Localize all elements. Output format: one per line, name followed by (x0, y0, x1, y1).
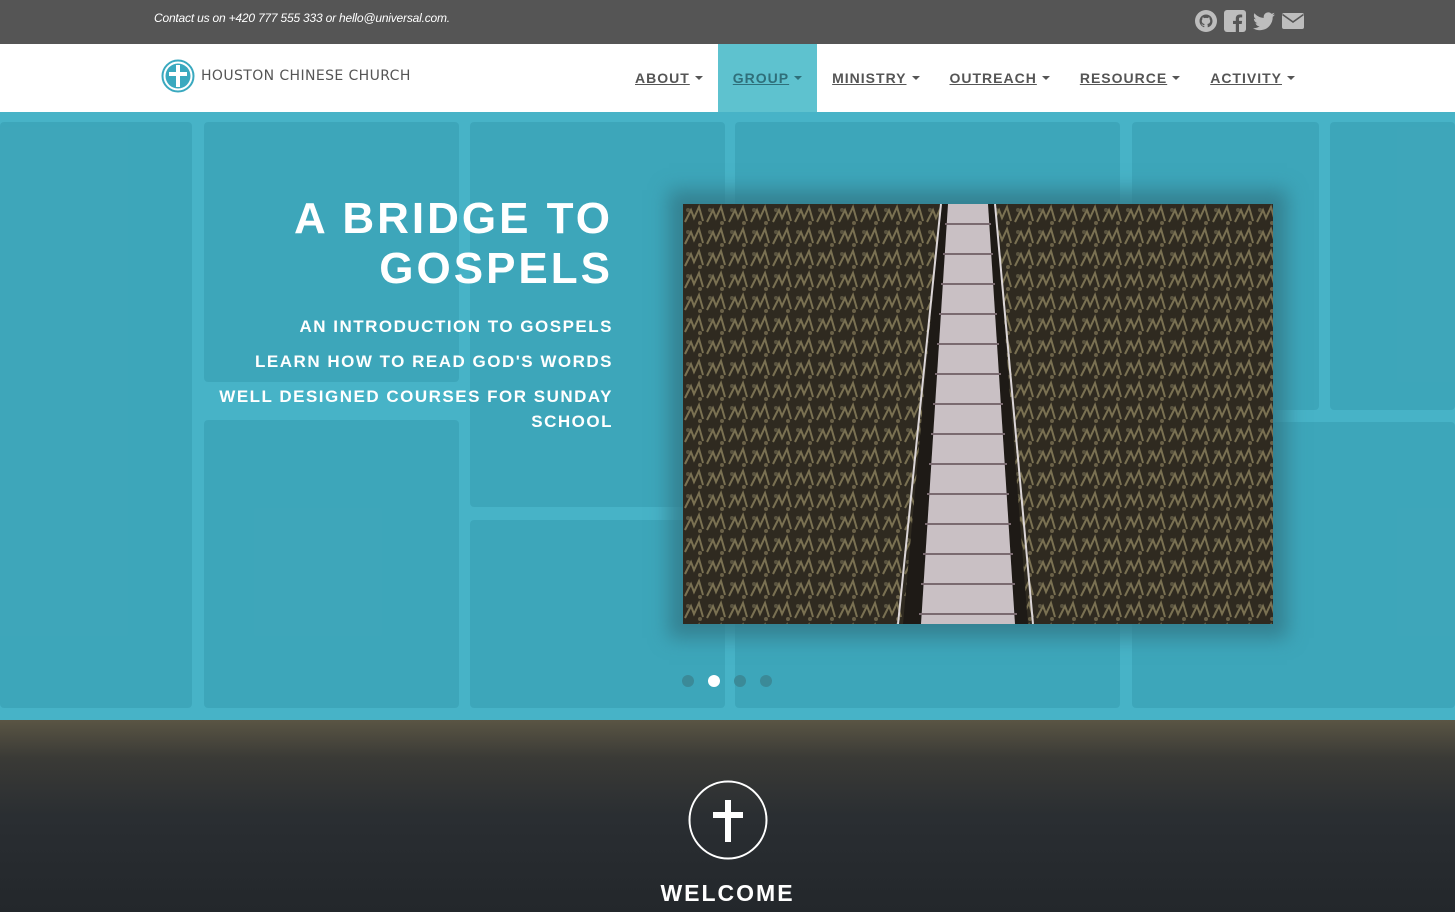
nav-item-resource[interactable]: RESOURCE (1065, 44, 1195, 112)
nav-label: MINISTRY (832, 70, 907, 86)
nav-item-group[interactable]: GROUP (717, 44, 818, 112)
carousel-indicators (682, 675, 772, 687)
bridge-photo (683, 204, 1273, 624)
hero-title-line: GOSPELS (379, 244, 613, 293)
hero-title: A BRIDGE TO GOSPELS (193, 194, 613, 294)
caret-down-icon (1286, 76, 1295, 80)
nav-label: OUTREACH (949, 70, 1037, 86)
nav-label: GROUP (732, 70, 790, 86)
carousel-dot[interactable] (734, 675, 746, 687)
hero-feature-item: AN INTRODUCTION TO GOSPELS (299, 317, 613, 336)
social-links (1194, 9, 1305, 33)
nav-label: ABOUT (635, 70, 690, 86)
twitter-icon[interactable] (1252, 9, 1276, 33)
github-icon[interactable] (1194, 9, 1218, 33)
top-contact-bar: Contact us on +420 777 555 333 or hello@… (0, 0, 1455, 44)
main-navbar: HOUSTON CHINESE CHURCH ABOUT GROUP MINIS… (0, 44, 1455, 112)
caret-down-icon (911, 76, 920, 80)
welcome-section: WELCOME (0, 720, 1455, 912)
contact-info: Contact us on +420 777 555 333 or hello@… (154, 11, 450, 25)
envelope-icon[interactable] (1281, 9, 1305, 33)
nav-label: ACTIVITY (1210, 70, 1282, 86)
hero-title-line: A BRIDGE TO (293, 194, 613, 243)
nav-item-outreach[interactable]: OUTREACH (935, 44, 1065, 112)
main-nav: ABOUT GROUP MINISTRY OUTREACH RESOURCE A… (620, 44, 1310, 112)
hero-feature-item: LEARN HOW TO READ GOD'S WORDS (255, 352, 613, 371)
nav-item-activity[interactable]: ACTIVITY (1195, 44, 1310, 112)
caret-down-icon (794, 76, 803, 80)
nav-label: RESOURCE (1079, 70, 1168, 86)
nav-item-about[interactable]: ABOUT (620, 44, 718, 112)
cross-circle-icon (688, 780, 768, 860)
hero-feature-list: AN INTRODUCTION TO GOSPELS LEARN HOW TO … (193, 314, 613, 444)
church-name: HOUSTON CHINESE CHURCH (201, 68, 411, 84)
carousel-dot[interactable] (682, 675, 694, 687)
caret-down-icon (694, 76, 703, 80)
church-logo[interactable]: HOUSTON CHINESE CHURCH (161, 59, 411, 93)
facebook-icon[interactable] (1223, 9, 1247, 33)
cross-logo-icon (161, 59, 195, 93)
nav-item-ministry[interactable]: MINISTRY (817, 44, 934, 112)
caret-down-icon (1041, 76, 1050, 80)
welcome-title: WELCOME (660, 880, 795, 906)
carousel-dot[interactable] (760, 675, 772, 687)
hero-carousel: A BRIDGE TO GOSPELS AN INTRODUCTION TO G… (0, 112, 1455, 720)
carousel-dot-active[interactable] (708, 675, 720, 687)
hero-feature-item: WELL DESIGNED COURSES FOR SUNDAY SCHOOL (219, 387, 613, 431)
bridge-illustration (683, 204, 1273, 624)
caret-down-icon (1172, 76, 1181, 80)
